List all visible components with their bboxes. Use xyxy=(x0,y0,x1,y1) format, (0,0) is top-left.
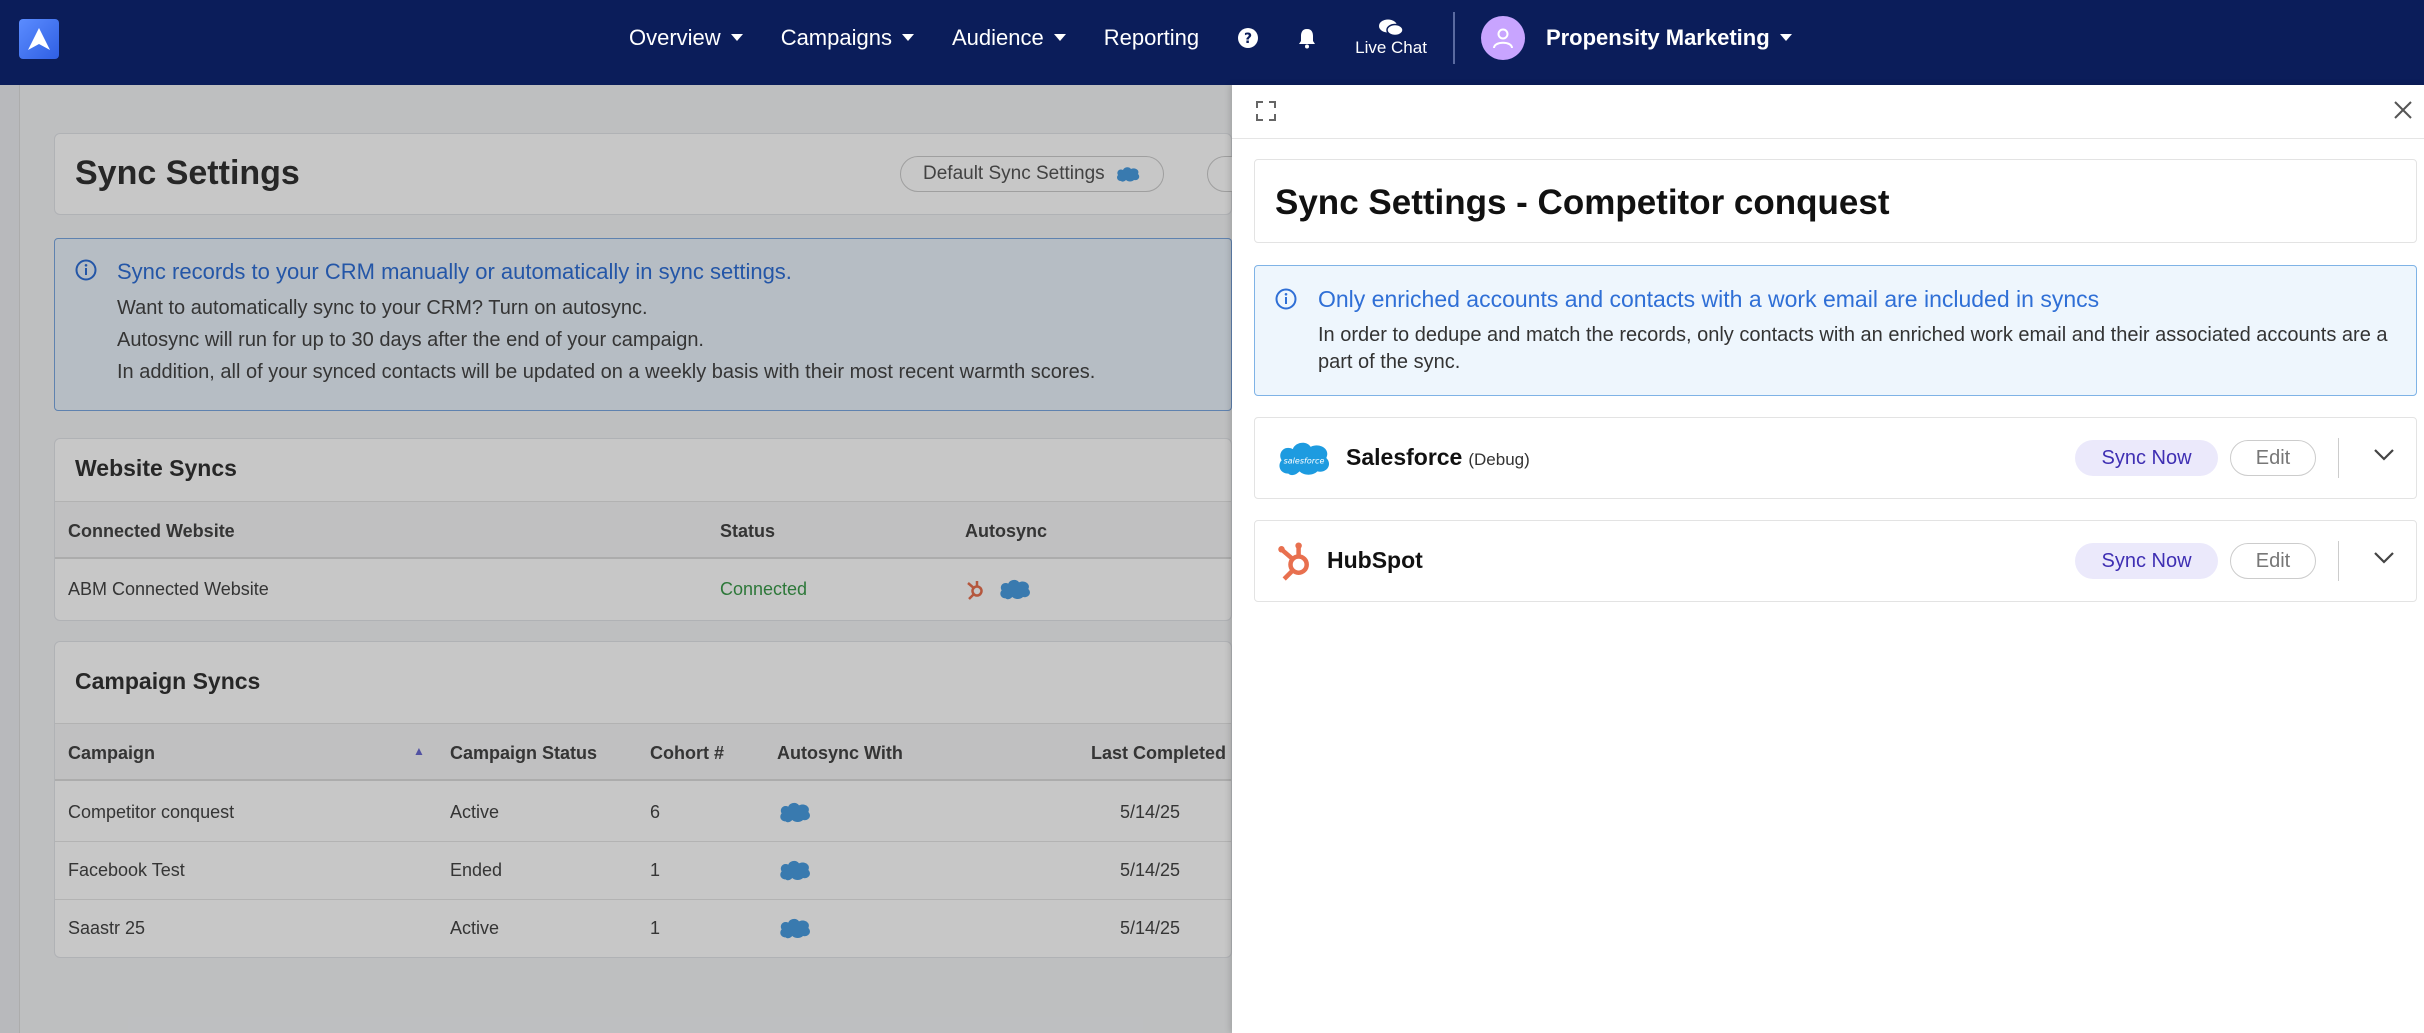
debug-tag: (Debug) xyxy=(1468,450,1530,469)
nav-audience[interactable]: Audience xyxy=(952,25,1066,51)
expand-icon[interactable] xyxy=(1256,101,1276,126)
nav-overview-label: Overview xyxy=(629,24,721,50)
divider xyxy=(2338,438,2339,478)
edit-button[interactable]: Edit xyxy=(2230,440,2316,476)
svg-text:salesforce: salesforce xyxy=(1284,457,1325,466)
edit-button[interactable]: Edit xyxy=(2230,543,2316,579)
info-banner-title: Only enriched accounts and contacts with… xyxy=(1318,286,2100,312)
crm-name-label: HubSpot xyxy=(1327,547,1423,573)
live-chat-label: Live Chat xyxy=(1355,37,1427,57)
nav-reporting[interactable]: Reporting xyxy=(1104,25,1199,51)
modal-backdrop[interactable] xyxy=(0,85,1232,1033)
caret-down-icon xyxy=(730,34,743,41)
crm-name: HubSpot xyxy=(1327,547,1423,574)
chevron-down-icon[interactable] xyxy=(2373,551,2395,570)
nav-campaigns[interactable]: Campaigns xyxy=(781,25,914,51)
crm-card-salesforce: salesforce Salesforce (Debug) Sync Now Ed… xyxy=(1254,417,2417,499)
salesforce-icon: salesforce xyxy=(1279,442,1330,476)
crm-name-label: Salesforce xyxy=(1346,444,1463,470)
app-logo[interactable] xyxy=(19,19,59,59)
caret-down-icon xyxy=(1779,34,1792,41)
nav-reporting-label: Reporting xyxy=(1103,24,1200,50)
account-name: Propensity Marketing xyxy=(1545,24,1770,50)
caret-down-icon xyxy=(1053,34,1066,41)
nav-audience-label: Audience xyxy=(951,24,1044,50)
top-nav: Overview Campaigns Audience Reporting ? … xyxy=(0,0,2424,85)
crm-card-hubspot: HubSpot Sync Now Edit xyxy=(1254,520,2417,602)
hubspot-icon xyxy=(1278,542,1309,581)
account-menu[interactable]: Propensity Marketing xyxy=(1546,25,1792,51)
nav-divider xyxy=(1452,11,1455,64)
caret-down-icon xyxy=(901,34,914,41)
live-chat-button[interactable]: Live Chat xyxy=(1355,18,1427,58)
panel-toolbar xyxy=(1232,85,2424,139)
sync-now-button[interactable]: Sync Now xyxy=(2075,440,2218,476)
panel-title-card: Sync Settings - Competitor conquest xyxy=(1254,159,2417,243)
sync-now-button[interactable]: Sync Now xyxy=(2075,543,2218,579)
bell-icon[interactable] xyxy=(1297,27,1317,49)
enrichment-info-banner: Only enriched accounts and contacts with… xyxy=(1254,265,2417,396)
divider xyxy=(2338,541,2339,581)
avatar[interactable] xyxy=(1480,15,1525,60)
info-icon xyxy=(1275,288,1297,315)
svg-text:?: ? xyxy=(1244,31,1252,47)
chevron-down-icon[interactable] xyxy=(2373,448,2395,467)
user-icon xyxy=(1492,28,1513,48)
nav-menu: Overview Campaigns Audience Reporting ? … xyxy=(629,0,1792,75)
close-icon[interactable] xyxy=(2392,99,2414,126)
sync-settings-panel: Sync Settings - Competitor conquest Only… xyxy=(1232,85,2424,1033)
question-circle-icon[interactable]: ? xyxy=(1237,27,1259,49)
panel-title: Sync Settings - Competitor conquest xyxy=(1275,183,1890,222)
chat-bubbles-icon xyxy=(1379,19,1404,36)
nav-overview[interactable]: Overview xyxy=(629,25,743,51)
info-banner-body: In order to dedupe and match the records… xyxy=(1318,324,2388,373)
crm-name: Salesforce (Debug) xyxy=(1346,444,1530,471)
nav-campaigns-label: Campaigns xyxy=(780,24,892,50)
